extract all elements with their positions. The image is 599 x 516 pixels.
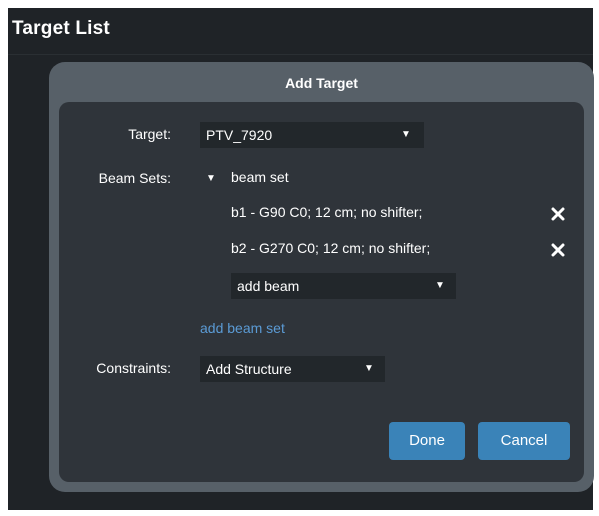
done-button[interactable]: Done (389, 422, 465, 460)
add-beam-set-link[interactable]: add beam set (200, 320, 285, 336)
dialog-body: Target: PTV_7920 ▼ Beam Sets: ▼ beam set… (59, 102, 584, 482)
beam-item-label: b2 - G270 C0; 12 cm; no shifter; (231, 240, 431, 256)
target-list-panel: Target List Add Target Target: PTV_7920 … (8, 8, 594, 510)
title-bar: Target List (8, 8, 593, 55)
beam-set-name: beam set (231, 169, 289, 185)
constraints-label: Constraints: (96, 360, 171, 376)
caret-down-icon: ▼ (435, 280, 445, 291)
beam-sets-label: Beam Sets: (98, 170, 171, 186)
dialog-title: Add Target (285, 75, 358, 91)
target-select[interactable]: PTV_7920 ▼ (200, 122, 424, 148)
add-beam-placeholder: add beam (237, 278, 300, 294)
constraints-select[interactable]: Add Structure ▼ (200, 356, 385, 382)
close-x-icon[interactable] (550, 206, 566, 222)
caret-down-icon: ▼ (364, 363, 374, 374)
cancel-button[interactable]: Cancel (478, 422, 570, 460)
add-target-dialog: Add Target Target: PTV_7920 ▼ Beam Sets:… (49, 62, 594, 492)
target-label: Target: (128, 126, 171, 142)
beam-item-label: b1 - G90 C0; 12 cm; no shifter; (231, 204, 423, 220)
caret-down-icon: ▼ (401, 129, 411, 140)
add-beam-select[interactable]: add beam ▼ (231, 273, 456, 299)
expand-beam-set-icon[interactable]: ▼ (206, 173, 216, 184)
page-title: Target List (12, 18, 110, 39)
constraints-select-value: Add Structure (206, 361, 292, 377)
close-x-icon[interactable] (550, 242, 566, 258)
target-select-value: PTV_7920 (206, 127, 273, 143)
